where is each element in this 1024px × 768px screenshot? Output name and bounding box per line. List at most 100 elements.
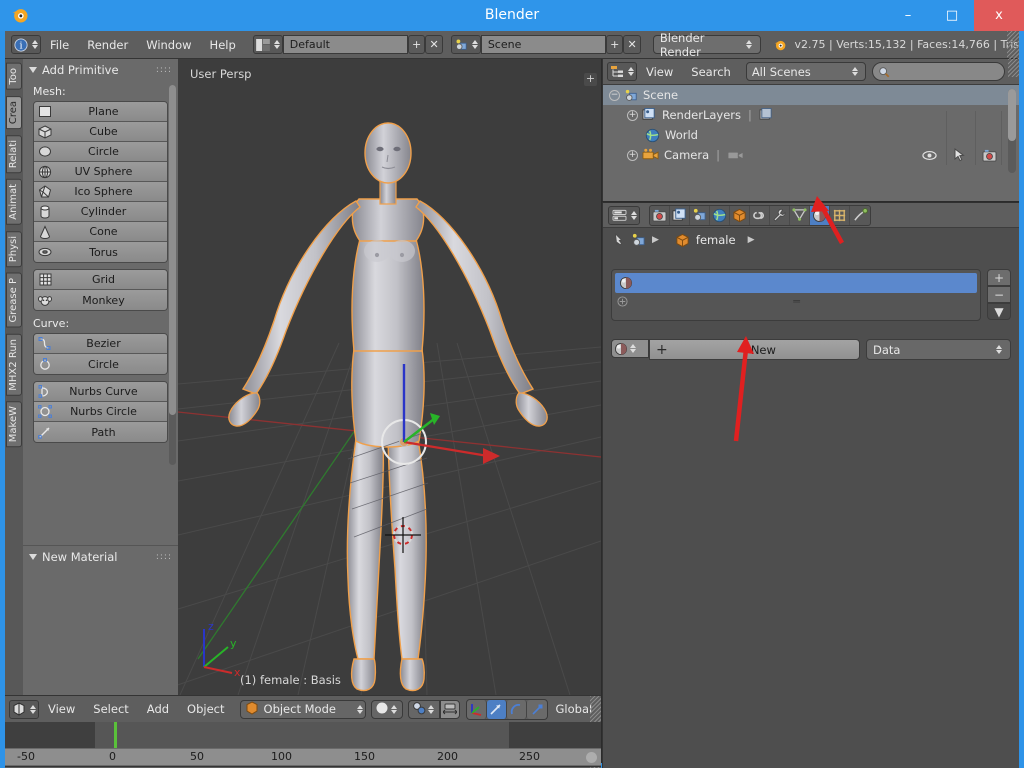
interaction-mode-selector[interactable]: Object Mode (240, 700, 366, 719)
add-nurbs-curve-button[interactable]: Nurbs Curve (34, 382, 167, 402)
modifiers-tab-icon[interactable] (770, 206, 790, 225)
texture-tab-icon[interactable] (830, 206, 850, 225)
object-tab-icon[interactable] (730, 206, 750, 225)
timeline-track[interactable] (5, 722, 601, 748)
add-cone-button[interactable]: Cone (34, 222, 167, 242)
snap-icon[interactable] (440, 700, 460, 719)
add-circle-button[interactable]: Circle (34, 142, 167, 162)
editor-type-spinner[interactable] (30, 40, 40, 49)
editor-type-selector-3dview[interactable] (9, 700, 39, 719)
add-cylinder-button[interactable]: Cylinder (34, 202, 167, 222)
material-slot-menu-button[interactable]: ▼ (987, 303, 1011, 320)
add-material-slot-button[interactable]: + (987, 269, 1011, 286)
list-resize-grip-icon[interactable]: ═ (793, 295, 799, 308)
material-tab-icon[interactable] (810, 206, 830, 225)
scene-tab-icon[interactable] (690, 206, 710, 225)
menu-help[interactable]: Help (201, 31, 245, 59)
tool-shelf-scrollbar[interactable] (169, 85, 176, 465)
transform-orientation-label[interactable]: Global (556, 702, 593, 716)
tab-makewalk[interactable]: MakeW (6, 401, 22, 447)
add-bezier-button[interactable]: Bezier (34, 334, 167, 354)
close-button[interactable]: x (974, 0, 1024, 31)
view3d-menu-select[interactable]: Select (84, 695, 137, 723)
scene-expander-icon[interactable]: − (609, 90, 620, 101)
translate-manipulator-icon[interactable] (487, 700, 507, 719)
shading-spinner[interactable] (389, 705, 399, 714)
timeline-ruler[interactable]: -50 0 50 100 150 200 250 (5, 748, 601, 766)
tab-animation[interactable]: Animat (6, 179, 22, 225)
outliner-row-camera[interactable]: + Camera | (603, 145, 1019, 165)
screen-layout-field[interactable]: Default (283, 35, 408, 54)
material-browse-button[interactable] (611, 339, 649, 358)
particles-tab-icon[interactable] (850, 206, 870, 225)
outliner-scrollbar[interactable] (1008, 89, 1016, 173)
delete-scene-button[interactable]: ✕ (623, 35, 640, 54)
outliner-display-mode[interactable]: All Scenes (746, 62, 866, 81)
interaction-mode-spinner[interactable] (355, 705, 365, 714)
add-uv-sphere-button[interactable]: UV Sphere (34, 162, 167, 182)
view3d-header-grip[interactable] (590, 696, 601, 723)
camera-expander-icon[interactable]: + (627, 150, 638, 161)
outliner-search-input[interactable] (872, 62, 1005, 81)
data-dropdown[interactable]: Data (866, 339, 1011, 360)
minimize-button[interactable]: – (886, 0, 930, 31)
world-tab-icon[interactable] (710, 206, 730, 225)
render-engine-selector[interactable]: Blender Render (653, 35, 762, 54)
tab-grease-pencil[interactable]: Grease P (6, 273, 22, 328)
outliner-header-grip[interactable] (1008, 59, 1019, 77)
scene-selector[interactable] (451, 35, 481, 54)
add-path-button[interactable]: Path (34, 422, 167, 442)
toolbar-expand-icon[interactable]: + (584, 73, 597, 86)
render-engine-spinner[interactable] (744, 40, 754, 49)
remove-material-slot-button[interactable]: − (987, 286, 1011, 303)
menu-file[interactable]: File (41, 31, 78, 59)
material-slot-row[interactable] (615, 273, 977, 293)
render-tab-icon[interactable] (650, 206, 670, 225)
add-slot-small-icon[interactable] (617, 296, 628, 307)
pin-icon[interactable] (611, 233, 625, 247)
scale-manipulator-icon[interactable] (527, 700, 547, 719)
timeline-playhead[interactable] (114, 722, 117, 748)
screen-layout-spinner[interactable] (272, 40, 282, 49)
breadcrumb-scene-icon[interactable] (631, 233, 646, 247)
editor-type-selector-outliner[interactable] (607, 62, 637, 81)
properties-editor-spinner[interactable] (629, 211, 639, 220)
delete-screen-layout-button[interactable]: ✕ (425, 35, 442, 54)
editor-type-selector-info[interactable]: i (11, 35, 41, 54)
outliner-editor-spinner[interactable] (626, 67, 636, 76)
new-material-panel-header[interactable]: New Material :::: (23, 546, 178, 566)
material-slot-list[interactable]: ═ (611, 269, 981, 321)
breadcrumb-object-icon[interactable] (675, 233, 690, 248)
data-dropdown-spinner[interactable] (994, 345, 1004, 354)
tab-create[interactable]: Crea (6, 96, 22, 129)
add-monkey-button[interactable]: Monkey (34, 290, 167, 310)
add-cube-button[interactable]: Cube (34, 122, 167, 142)
add-primitive-panel-header[interactable]: Add Primitive :::: (23, 59, 178, 79)
menu-render[interactable]: Render (78, 31, 137, 59)
renderlayers-expander-icon[interactable]: + (627, 110, 638, 121)
material-browse-spinner[interactable] (628, 344, 638, 353)
outliner-display-spinner[interactable] (850, 67, 860, 76)
menu-window[interactable]: Window (137, 31, 200, 59)
outliner-row-renderlayers[interactable]: + RenderLayers | (603, 105, 1019, 125)
rotate-manipulator-icon[interactable] (507, 700, 527, 719)
timeline-scroll-handle[interactable] (586, 752, 597, 763)
viewport-canvas[interactable]: z y x User Persp (1) female : Basis + (178, 59, 601, 695)
camera-data-icon[interactable] (727, 148, 744, 162)
view3d-menu-view[interactable]: View (39, 695, 84, 723)
add-screen-layout-button[interactable]: + (408, 35, 425, 54)
pivot-spinner[interactable] (426, 705, 436, 714)
outliner-row-world[interactable]: World (603, 125, 1019, 145)
add-curve-circle-button[interactable]: Circle (34, 354, 167, 374)
tab-mhx2-run[interactable]: MHX2 Run (6, 334, 22, 396)
viewport-shading-selector[interactable] (371, 700, 403, 719)
eye-icon[interactable] (922, 150, 937, 161)
screen-layout-selector[interactable] (253, 35, 283, 54)
scene-field[interactable]: Scene (481, 35, 606, 54)
add-scene-button[interactable]: + (606, 35, 623, 54)
new-material-button[interactable]: + New (649, 339, 860, 360)
header-resize-grip[interactable] (1007, 31, 1019, 59)
tab-tools[interactable]: Too (6, 63, 22, 90)
render-layer-data-icon[interactable] (759, 108, 774, 122)
outliner-menu-view[interactable]: View (637, 58, 682, 86)
